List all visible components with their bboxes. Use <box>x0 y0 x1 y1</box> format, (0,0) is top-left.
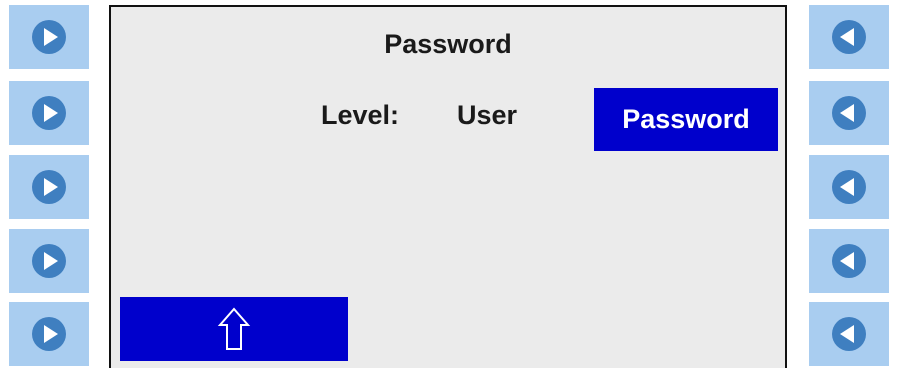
right-softkey-1[interactable] <box>809 5 889 69</box>
play-left-icon <box>832 96 866 130</box>
left-softkey-1[interactable] <box>9 5 89 69</box>
right-softkey-5[interactable] <box>809 302 889 366</box>
right-softkey-2[interactable] <box>809 81 889 145</box>
level-value: User <box>457 100 518 130</box>
play-right-icon <box>32 244 66 278</box>
password-button[interactable]: Password <box>594 88 778 151</box>
right-softkey-4[interactable] <box>809 229 889 293</box>
play-left-icon <box>832 170 866 204</box>
left-softkey-3[interactable] <box>9 155 89 219</box>
left-softkey-5[interactable] <box>9 302 89 366</box>
right-softkey-3[interactable] <box>809 155 889 219</box>
main-screen: Password Level: User Password <box>109 5 787 368</box>
play-right-icon <box>32 170 66 204</box>
home-up-arrow-icon <box>217 307 251 350</box>
play-right-icon <box>32 20 66 54</box>
home-button[interactable] <box>120 297 348 361</box>
left-softkey-4[interactable] <box>9 229 89 293</box>
left-softkey-2[interactable] <box>9 81 89 145</box>
play-left-icon <box>832 20 866 54</box>
hmi-panel: Password Level: User Password <box>0 0 897 368</box>
page-title: Password <box>384 29 512 59</box>
play-right-icon <box>32 317 66 351</box>
play-right-icon <box>32 96 66 130</box>
play-left-icon <box>832 317 866 351</box>
play-left-icon <box>832 244 866 278</box>
level-label: Level: <box>321 100 400 130</box>
